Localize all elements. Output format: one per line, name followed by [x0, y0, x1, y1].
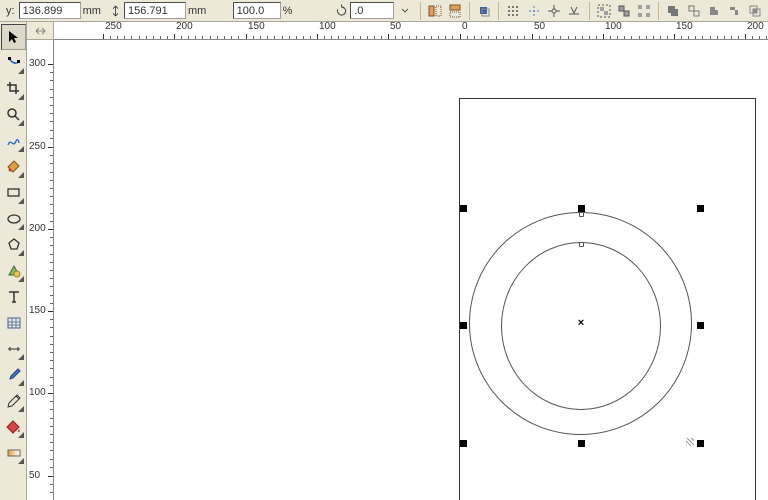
selection-handle[interactable]	[460, 322, 467, 329]
drawing-canvas[interactable]: ×	[54, 40, 768, 500]
rotation-input[interactable]	[350, 2, 394, 19]
y-label: y:	[6, 5, 15, 17]
ellipse-tool[interactable]	[1, 206, 26, 232]
smart-fill-icon	[6, 159, 22, 175]
ruler-origin-corner[interactable]	[27, 22, 54, 40]
shape-node[interactable]	[579, 212, 584, 217]
selection-handle[interactable]	[460, 205, 467, 212]
pick-tool[interactable]	[1, 24, 26, 50]
break-apart-button[interactable]	[685, 1, 703, 21]
selection-handle[interactable]	[578, 440, 585, 447]
outline-tool[interactable]	[1, 388, 26, 414]
drag-indicator-icon	[686, 438, 698, 448]
vertical-ruler[interactable]: 30025020015010050	[27, 40, 54, 500]
zoom-icon	[6, 107, 22, 123]
separator	[498, 2, 499, 20]
interactive-fill-icon	[6, 445, 22, 461]
shape-icon	[6, 55, 22, 71]
shape-tool[interactable]	[1, 50, 26, 76]
text-tool[interactable]	[1, 284, 26, 310]
separator	[658, 2, 659, 20]
fill-icon	[6, 419, 22, 435]
horizontal-ruler[interactable]: 25020015010050050100150200	[54, 22, 768, 40]
snap-guide-button[interactable]	[524, 1, 542, 21]
scale-unit: %	[283, 5, 293, 17]
scale-input[interactable]	[233, 2, 281, 19]
height-input[interactable]	[124, 2, 186, 19]
snap-baseline-button[interactable]	[565, 1, 583, 21]
selection-handle[interactable]	[697, 322, 704, 329]
ungroup-button[interactable]	[615, 1, 633, 21]
selection-center-marker: ×	[577, 320, 585, 328]
table-tool[interactable]	[1, 310, 26, 336]
dimension-icon	[6, 341, 22, 357]
basic-shapes-tool[interactable]	[1, 258, 26, 284]
basic-shapes-icon	[6, 263, 22, 279]
zoom-tool[interactable]	[1, 102, 26, 128]
eyedropper-tool[interactable]	[1, 362, 26, 388]
smart-fill-tool[interactable]	[1, 154, 26, 180]
height-unit: mm	[188, 5, 206, 17]
outline-icon	[6, 393, 22, 409]
fill-tool[interactable]	[1, 414, 26, 440]
crop-icon	[6, 81, 22, 97]
polygon-icon	[6, 237, 22, 253]
to-front-button[interactable]	[475, 1, 493, 21]
rotation-icon	[335, 3, 348, 19]
rectangle-tool[interactable]	[1, 180, 26, 206]
dimension-tool[interactable]	[1, 336, 26, 362]
y-position-input[interactable]	[19, 2, 81, 19]
property-bar: y: mm mm %	[0, 0, 768, 22]
interactive-fill-tool[interactable]	[1, 440, 26, 466]
selection-handle[interactable]	[460, 440, 467, 447]
shape-node[interactable]	[579, 242, 584, 247]
snap-grid-button[interactable]	[504, 1, 522, 21]
toolbox	[0, 22, 27, 500]
height-icon	[109, 3, 122, 19]
selection-handle[interactable]	[697, 440, 704, 447]
table-icon	[6, 315, 22, 331]
crop-tool[interactable]	[1, 76, 26, 102]
mirror-vertical-button[interactable]	[446, 1, 464, 21]
y-unit: mm	[83, 5, 101, 17]
rectangle-icon	[6, 185, 22, 201]
selection-handle[interactable]	[578, 205, 585, 212]
trim-button[interactable]	[725, 1, 743, 21]
workspace: 25020015010050050100150200 3002502001501…	[27, 22, 768, 500]
freehand-icon	[6, 133, 22, 149]
group-button[interactable]	[594, 1, 612, 21]
eyedropper-icon	[6, 367, 22, 383]
mirror-horizontal-button[interactable]	[425, 1, 443, 21]
weld-button[interactable]	[705, 1, 723, 21]
polygon-tool[interactable]	[1, 232, 26, 258]
freehand-tool[interactable]	[1, 128, 26, 154]
separator	[469, 2, 470, 20]
intersect-button[interactable]	[746, 1, 764, 21]
rotation-preset-dropdown[interactable]	[396, 1, 414, 21]
combine-button[interactable]	[664, 1, 682, 21]
selection-handle[interactable]	[697, 205, 704, 212]
text-icon	[6, 289, 22, 305]
pick-icon	[6, 29, 22, 45]
separator	[589, 2, 590, 20]
snap-object-button[interactable]	[545, 1, 563, 21]
separator	[420, 2, 421, 20]
ungroup-all-button[interactable]	[635, 1, 653, 21]
ellipse-icon	[6, 211, 22, 227]
